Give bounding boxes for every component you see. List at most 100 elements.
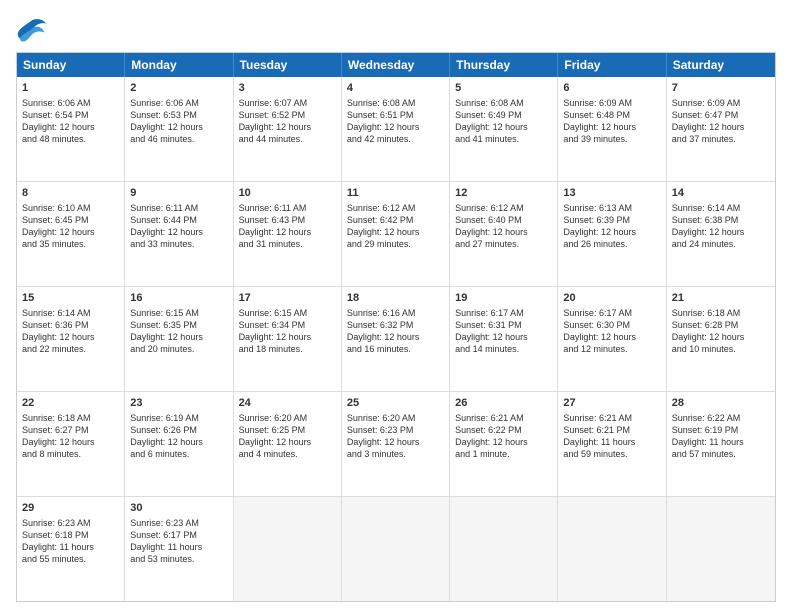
day-info-line: Sunrise: 6:13 AM	[563, 202, 660, 214]
calendar-cell: 19Sunrise: 6:17 AMSunset: 6:31 PMDayligh…	[450, 287, 558, 391]
day-info-line: Daylight: 12 hours	[130, 121, 227, 133]
day-number: 19	[455, 291, 552, 306]
day-number: 11	[347, 186, 444, 201]
calendar-cell: 12Sunrise: 6:12 AMSunset: 6:40 PMDayligh…	[450, 182, 558, 286]
calendar-cell: 16Sunrise: 6:15 AMSunset: 6:35 PMDayligh…	[125, 287, 233, 391]
day-info-line: Daylight: 12 hours	[455, 226, 552, 238]
day-info-line: Sunrise: 6:11 AM	[130, 202, 227, 214]
day-info-line: Daylight: 12 hours	[22, 331, 119, 343]
header-day-wednesday: Wednesday	[342, 53, 450, 77]
day-info-line: Sunset: 6:23 PM	[347, 424, 444, 436]
day-number: 25	[347, 396, 444, 411]
calendar-cell: 30Sunrise: 6:23 AMSunset: 6:17 PMDayligh…	[125, 497, 233, 601]
day-info-line: and 53 minutes.	[130, 553, 227, 565]
day-info-line: Sunrise: 6:14 AM	[672, 202, 770, 214]
day-info-line: and 48 minutes.	[22, 133, 119, 145]
calendar-cell: 24Sunrise: 6:20 AMSunset: 6:25 PMDayligh…	[234, 392, 342, 496]
day-info-line: Sunrise: 6:08 AM	[455, 97, 552, 109]
day-info-line: Daylight: 12 hours	[347, 331, 444, 343]
calendar-cell: 8Sunrise: 6:10 AMSunset: 6:45 PMDaylight…	[17, 182, 125, 286]
day-number: 28	[672, 396, 770, 411]
day-info-line: Daylight: 12 hours	[347, 436, 444, 448]
day-number: 14	[672, 186, 770, 201]
day-info-line: Daylight: 12 hours	[130, 226, 227, 238]
day-info-line: Sunset: 6:38 PM	[672, 214, 770, 226]
day-info-line: Sunset: 6:54 PM	[22, 109, 119, 121]
day-number: 22	[22, 396, 119, 411]
calendar-cell: 2Sunrise: 6:06 AMSunset: 6:53 PMDaylight…	[125, 77, 233, 181]
day-number: 18	[347, 291, 444, 306]
day-info-line: Daylight: 12 hours	[239, 436, 336, 448]
day-number: 21	[672, 291, 770, 306]
day-info-line: and 39 minutes.	[563, 133, 660, 145]
calendar-cell: 15Sunrise: 6:14 AMSunset: 6:36 PMDayligh…	[17, 287, 125, 391]
day-number: 27	[563, 396, 660, 411]
day-info-line: Sunrise: 6:10 AM	[22, 202, 119, 214]
day-info-line: Daylight: 11 hours	[22, 541, 119, 553]
day-info-line: Daylight: 12 hours	[22, 436, 119, 448]
day-info-line: Daylight: 12 hours	[22, 121, 119, 133]
day-info-line: Sunset: 6:43 PM	[239, 214, 336, 226]
day-info-line: Sunset: 6:28 PM	[672, 319, 770, 331]
header-day-sunday: Sunday	[17, 53, 125, 77]
calendar-cell: 18Sunrise: 6:16 AMSunset: 6:32 PMDayligh…	[342, 287, 450, 391]
day-info-line: Sunset: 6:19 PM	[672, 424, 770, 436]
calendar-cell: 27Sunrise: 6:21 AMSunset: 6:21 PMDayligh…	[558, 392, 666, 496]
calendar-cell: 4Sunrise: 6:08 AMSunset: 6:51 PMDaylight…	[342, 77, 450, 181]
day-info-line: Sunrise: 6:07 AM	[239, 97, 336, 109]
calendar-row-4: 22Sunrise: 6:18 AMSunset: 6:27 PMDayligh…	[17, 391, 775, 496]
calendar-body: 1Sunrise: 6:06 AMSunset: 6:54 PMDaylight…	[17, 77, 775, 601]
day-info-line: and 29 minutes.	[347, 238, 444, 250]
calendar-cell: 1Sunrise: 6:06 AMSunset: 6:54 PMDaylight…	[17, 77, 125, 181]
day-info-line: Sunset: 6:53 PM	[130, 109, 227, 121]
day-info-line: Sunrise: 6:12 AM	[455, 202, 552, 214]
day-number: 12	[455, 186, 552, 201]
day-info-line: Sunset: 6:45 PM	[22, 214, 119, 226]
day-number: 4	[347, 81, 444, 96]
day-info-line: Sunset: 6:26 PM	[130, 424, 227, 436]
day-info-line: Sunrise: 6:12 AM	[347, 202, 444, 214]
day-number: 30	[130, 501, 227, 516]
day-number: 7	[672, 81, 770, 96]
day-info-line: Sunrise: 6:22 AM	[672, 412, 770, 424]
calendar-cell: 17Sunrise: 6:15 AMSunset: 6:34 PMDayligh…	[234, 287, 342, 391]
header-day-thursday: Thursday	[450, 53, 558, 77]
day-info-line: Sunset: 6:30 PM	[563, 319, 660, 331]
calendar-cell: 10Sunrise: 6:11 AMSunset: 6:43 PMDayligh…	[234, 182, 342, 286]
logo-icon	[16, 16, 48, 44]
day-info-line: and 14 minutes.	[455, 343, 552, 355]
day-info-line: and 3 minutes.	[347, 448, 444, 460]
day-info-line: Daylight: 12 hours	[563, 226, 660, 238]
day-info-line: Daylight: 12 hours	[239, 226, 336, 238]
calendar-cell: 20Sunrise: 6:17 AMSunset: 6:30 PMDayligh…	[558, 287, 666, 391]
calendar-row-1: 1Sunrise: 6:06 AMSunset: 6:54 PMDaylight…	[17, 77, 775, 181]
day-info-line: Sunrise: 6:18 AM	[22, 412, 119, 424]
day-info-line: Sunset: 6:42 PM	[347, 214, 444, 226]
day-info-line: Daylight: 12 hours	[563, 331, 660, 343]
day-number: 20	[563, 291, 660, 306]
calendar-cell	[234, 497, 342, 601]
day-info-line: Daylight: 11 hours	[130, 541, 227, 553]
day-info-line: Daylight: 12 hours	[672, 226, 770, 238]
calendar-row-5: 29Sunrise: 6:23 AMSunset: 6:18 PMDayligh…	[17, 496, 775, 601]
calendar-cell: 28Sunrise: 6:22 AMSunset: 6:19 PMDayligh…	[667, 392, 775, 496]
day-info-line: and 35 minutes.	[22, 238, 119, 250]
day-info-line: Sunrise: 6:15 AM	[239, 307, 336, 319]
day-number: 9	[130, 186, 227, 201]
day-number: 15	[22, 291, 119, 306]
day-info-line: and 8 minutes.	[22, 448, 119, 460]
day-number: 17	[239, 291, 336, 306]
header	[16, 16, 776, 44]
day-info-line: and 55 minutes.	[22, 553, 119, 565]
day-info-line: Daylight: 12 hours	[22, 226, 119, 238]
header-day-saturday: Saturday	[667, 53, 775, 77]
day-info-line: and 46 minutes.	[130, 133, 227, 145]
day-info-line: Sunset: 6:35 PM	[130, 319, 227, 331]
day-info-line: Daylight: 12 hours	[130, 331, 227, 343]
day-info-line: Sunset: 6:52 PM	[239, 109, 336, 121]
calendar-cell: 3Sunrise: 6:07 AMSunset: 6:52 PMDaylight…	[234, 77, 342, 181]
day-number: 6	[563, 81, 660, 96]
day-info-line: and 26 minutes.	[563, 238, 660, 250]
day-info-line: Sunset: 6:21 PM	[563, 424, 660, 436]
day-info-line: Sunrise: 6:18 AM	[672, 307, 770, 319]
